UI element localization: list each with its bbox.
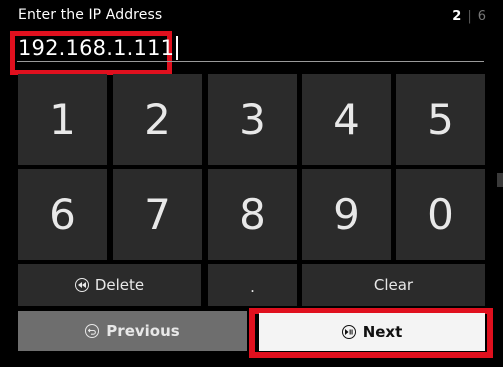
dot-label: . [250,278,255,296]
back-circle-icon [85,324,100,338]
key-1[interactable]: 1 [18,74,107,165]
previous-button[interactable]: Previous [18,311,247,351]
key-5[interactable]: 5 [396,74,485,165]
key-7[interactable]: 7 [113,169,202,260]
key-0[interactable]: 0 [396,169,485,260]
key-3[interactable]: 3 [208,74,297,165]
rewind-circle-icon [74,278,89,292]
key-4[interactable]: 4 [302,74,391,165]
delete-label: Delete [94,276,145,294]
key-6[interactable]: 6 [18,169,107,260]
ip-address-input[interactable]: 192.168.1.111 [18,33,179,63]
delete-button[interactable]: Delete [18,264,201,306]
key-9[interactable]: 9 [302,169,391,260]
next-button[interactable]: Next [259,313,485,351]
step-total: 6 [477,9,486,24]
ip-entry-screen: Enter the IP Address 2 | 6 192.168.1.111… [0,0,503,367]
key-2[interactable]: 2 [113,74,202,165]
next-label: Next [362,323,403,341]
text-cursor [176,36,179,60]
clear-button[interactable]: Clear [302,264,485,306]
key-8[interactable]: 8 [208,169,297,260]
step-indicator: 2 | 6 [452,9,486,24]
previous-label: Previous [106,322,180,340]
page-title: Enter the IP Address [18,7,163,23]
ip-field-underline [17,61,484,62]
clear-label: Clear [373,276,414,294]
play-pause-circle-icon [341,325,356,339]
scroll-indicator [497,173,503,187]
step-current: 2 [452,9,462,24]
ip-address-value: 192.168.1.111 [18,36,175,60]
step-separator: | [467,9,472,24]
dot-key[interactable]: . [208,264,297,306]
